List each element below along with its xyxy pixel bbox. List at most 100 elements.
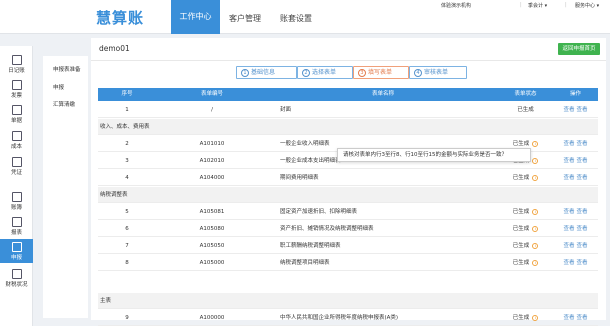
sidebar-item-invoice[interactable]: 发票 [0, 77, 33, 101]
status-text: 已生成 [512, 260, 530, 266]
sidebar-item-voucher[interactable]: 凭证 [0, 154, 33, 178]
cell-status: 已生成i [498, 221, 553, 237]
view-link[interactable]: 查看 [577, 315, 588, 321]
view-link[interactable]: 查看 [577, 175, 588, 181]
sidebar-item-declaration[interactable]: 申报 [0, 239, 33, 263]
step-fill-forms[interactable]: 3 填写表单 [353, 66, 409, 79]
cell-seq: 7 [125, 243, 129, 249]
view-link[interactable]: 查看 [577, 158, 588, 164]
tab-customer-management[interactable]: 客户管理 [229, 13, 261, 24]
cell-status: 已生成i [498, 255, 553, 271]
table-group-row: 纳税调整表 [98, 187, 598, 203]
group-title: 主表 [100, 298, 112, 304]
info-icon[interactable]: i [532, 259, 539, 266]
status-text: 已生成 [512, 226, 530, 232]
sidebar-item-document[interactable]: 单据 [0, 102, 33, 126]
view-link[interactable]: 查看 [577, 226, 588, 232]
view-link[interactable]: 查看 [563, 158, 574, 164]
info-icon[interactable]: i [532, 174, 539, 181]
cell-seq: 8 [125, 260, 129, 266]
step-basic-info[interactable]: 1 基础信息 [236, 66, 297, 79]
step-select-forms[interactable]: 2 选择表单 [297, 66, 353, 79]
cell-name: 资产折旧、摊销情况及纳税调整明细表 [280, 226, 374, 232]
back-to-declaration-home-button[interactable]: 返回申报首页 [558, 43, 600, 55]
cell-actions: 查看 查看 [553, 136, 598, 152]
sidebar-item-finance-status[interactable]: 财税状况 [0, 266, 33, 290]
sidebar-item-label: 财税状况 [5, 282, 28, 288]
declaration-icon [11, 242, 22, 252]
view-link[interactable]: 查看 [577, 260, 588, 266]
table-header: 序号 表单编号 表单名称 表单状态 操作 [98, 88, 598, 101]
cell-actions: 查看 查看 [553, 221, 598, 237]
table-row: 7 A105050 职工薪酬纳税调整明细表 已生成 i 查看 查看 [98, 238, 598, 254]
step-review-forms[interactable]: 4 审核表单 [409, 66, 467, 79]
view-link[interactable]: 查看 [577, 141, 588, 147]
app-logo: 慧算账 [96, 9, 145, 27]
cell-code: A105000 [199, 260, 225, 266]
cell-code: A105050 [199, 243, 225, 249]
column-header-seq: 序号 [121, 91, 133, 97]
cell-name: 固定资产加速折旧、扣除明细表 [280, 209, 358, 215]
service-center-dropdown[interactable]: 服务中心 ▾ [575, 2, 599, 9]
org-name[interactable]: 体验演示机构 [441, 2, 471, 9]
view-link[interactable]: 查看 [563, 107, 574, 113]
cell-seq: 4 [125, 175, 129, 181]
divider [91, 60, 606, 61]
info-bar: 体验演示机构 | 季会计 ▾ | 服务中心 ▾ [0, 0, 610, 10]
status-text: 已生成 [512, 315, 530, 321]
side-nav: 日记账 发票 单据 成本 凭证 账簿 报表 申报 财税状况 [0, 46, 33, 326]
step-number: 1 [241, 69, 249, 77]
main-panel: demo01 返回申报首页 1 基础信息 2 选择表单 3 填写表单 4 审核表单 序号… [91, 38, 606, 326]
status-text: 已生成 [512, 141, 530, 147]
voucher-icon [11, 157, 22, 167]
journal-icon [11, 55, 22, 65]
separator: | [565, 2, 567, 8]
step-number: 2 [302, 69, 310, 77]
submenu-item-prepare[interactable]: 申报表准备 [53, 65, 81, 73]
column-header-name: 表单名称 [371, 91, 394, 97]
status-text: 已生成 [512, 243, 530, 249]
submenu-item-settlement[interactable]: 汇算清缴 [53, 100, 75, 108]
view-link[interactable]: 查看 [577, 107, 588, 113]
sidebar-item-report[interactable]: 报表 [0, 214, 33, 238]
info-icon[interactable]: i [532, 157, 539, 164]
info-icon[interactable]: i [532, 242, 539, 249]
sidebar-item-journal[interactable]: 日记账 [0, 52, 33, 76]
info-icon[interactable]: i [532, 140, 539, 147]
sidebar-item-label: 发票 [10, 93, 22, 99]
view-link[interactable]: 查看 [577, 209, 588, 215]
view-link[interactable]: 查看 [577, 243, 588, 249]
separator: | [520, 2, 522, 8]
report-icon [11, 217, 22, 227]
term-dropdown[interactable]: 季会计 ▾ [528, 2, 547, 9]
submenu-item-declare[interactable]: 申报 [53, 83, 64, 91]
status-text: 已生成 [512, 175, 530, 181]
sidebar-item-ledger[interactable]: 账簿 [0, 189, 33, 213]
view-link[interactable]: 查看 [563, 260, 574, 266]
view-link[interactable]: 查看 [563, 243, 574, 249]
info-icon[interactable]: i [532, 314, 539, 321]
group-title: 收入、成本、费用表 [100, 124, 150, 130]
sidebar-item-cost[interactable]: 成本 [0, 128, 33, 152]
cell-actions: 查看 查看 [553, 102, 598, 118]
cell-code: A105081 [199, 209, 225, 215]
cell-actions: 查看 查看 [553, 170, 598, 186]
tab-work-center[interactable]: 工作中心 [171, 0, 220, 34]
finance-status-icon [11, 269, 22, 279]
info-icon[interactable]: i [532, 208, 539, 215]
cell-code: A101010 [199, 141, 225, 147]
sub-menu: 申报表准备 申报 汇算清缴 [43, 56, 88, 318]
view-link[interactable]: 查看 [563, 315, 574, 321]
document-icon [11, 105, 22, 115]
view-link[interactable]: 查看 [563, 141, 574, 147]
cell-seq: 2 [125, 141, 129, 147]
table-group-row: 主表 [98, 293, 598, 309]
view-link[interactable]: 查看 [563, 226, 574, 232]
view-link[interactable]: 查看 [563, 209, 574, 215]
table-row: 5 A105081 固定资产加速折旧、扣除明细表 已生成 i 查看 查看 [98, 204, 598, 220]
cell-status: 已生成i [498, 310, 553, 326]
tab-account-settings[interactable]: 账套设置 [280, 13, 312, 24]
status-text: 已生成 [512, 209, 530, 215]
view-link[interactable]: 查看 [563, 175, 574, 181]
info-icon[interactable]: i [532, 225, 539, 232]
